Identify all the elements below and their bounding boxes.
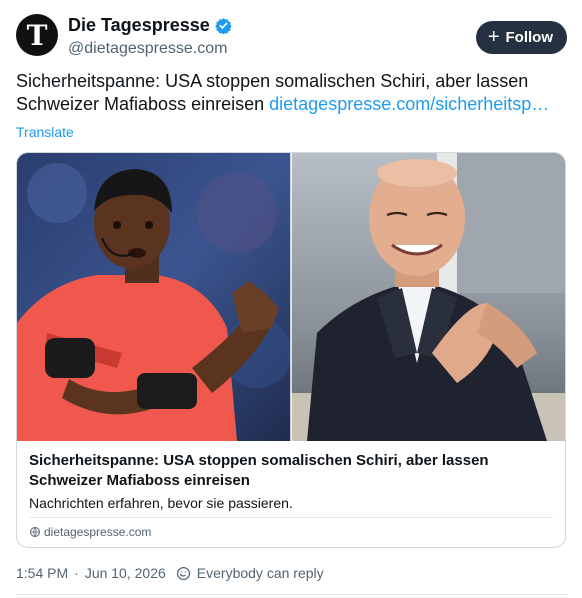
avatar-letter: T [26,19,48,52]
globe-icon [30,527,40,537]
post-date[interactable]: Jun 10, 2026 [85,565,166,581]
reply-setting-label[interactable]: Everybody can reply [197,565,324,581]
follow-button[interactable]: + Follow [475,21,567,54]
referee-photo [17,153,292,441]
meta-separator: · [74,565,79,581]
verified-badge-icon [215,18,232,34]
author-display-name[interactable]: Die Tagespresse [68,15,232,36]
post-link[interactable]: dietagespresse.com/sicherheitsp… [269,94,549,114]
author-avatar[interactable]: T [16,14,58,56]
card-title[interactable]: Sicherheitspanne: USA stoppen somalische… [29,451,553,491]
follow-label: Follow [505,29,554,46]
card-domain[interactable]: dietagespresse.com [29,525,151,539]
card-domain-text: dietagespresse.com [44,525,152,539]
post-header: T Die Tagespresse @dietagespresse.com + … [16,14,567,60]
plus-icon: + [487,25,500,48]
official-photo [291,153,565,441]
post-text: Sicherheitspanne: USA stoppen somalische… [16,70,568,116]
card-divider [29,517,553,518]
author-names: Die Tagespresse @dietagespresse.com [68,15,232,58]
post-meta: 1:54 PM · Jun 10, 2026 Everybody can rep… [16,565,324,581]
link-preview-card[interactable]: Sicherheitspanne: USA stoppen somalische… [16,152,566,548]
post-time[interactable]: 1:54 PM [16,565,68,581]
author-handle[interactable]: @dietagespresse.com [68,40,232,58]
translate-link[interactable]: Translate [16,124,74,140]
card-body: Sicherheitspanne: USA stoppen somalische… [17,441,565,547]
reply-setting-icon [176,566,190,580]
bottom-divider [16,594,568,595]
card-description: Nachrichten erfahren, bevor sie passiere… [29,495,293,511]
display-name-text: Die Tagespresse [68,15,210,35]
card-image[interactable] [17,153,565,441]
